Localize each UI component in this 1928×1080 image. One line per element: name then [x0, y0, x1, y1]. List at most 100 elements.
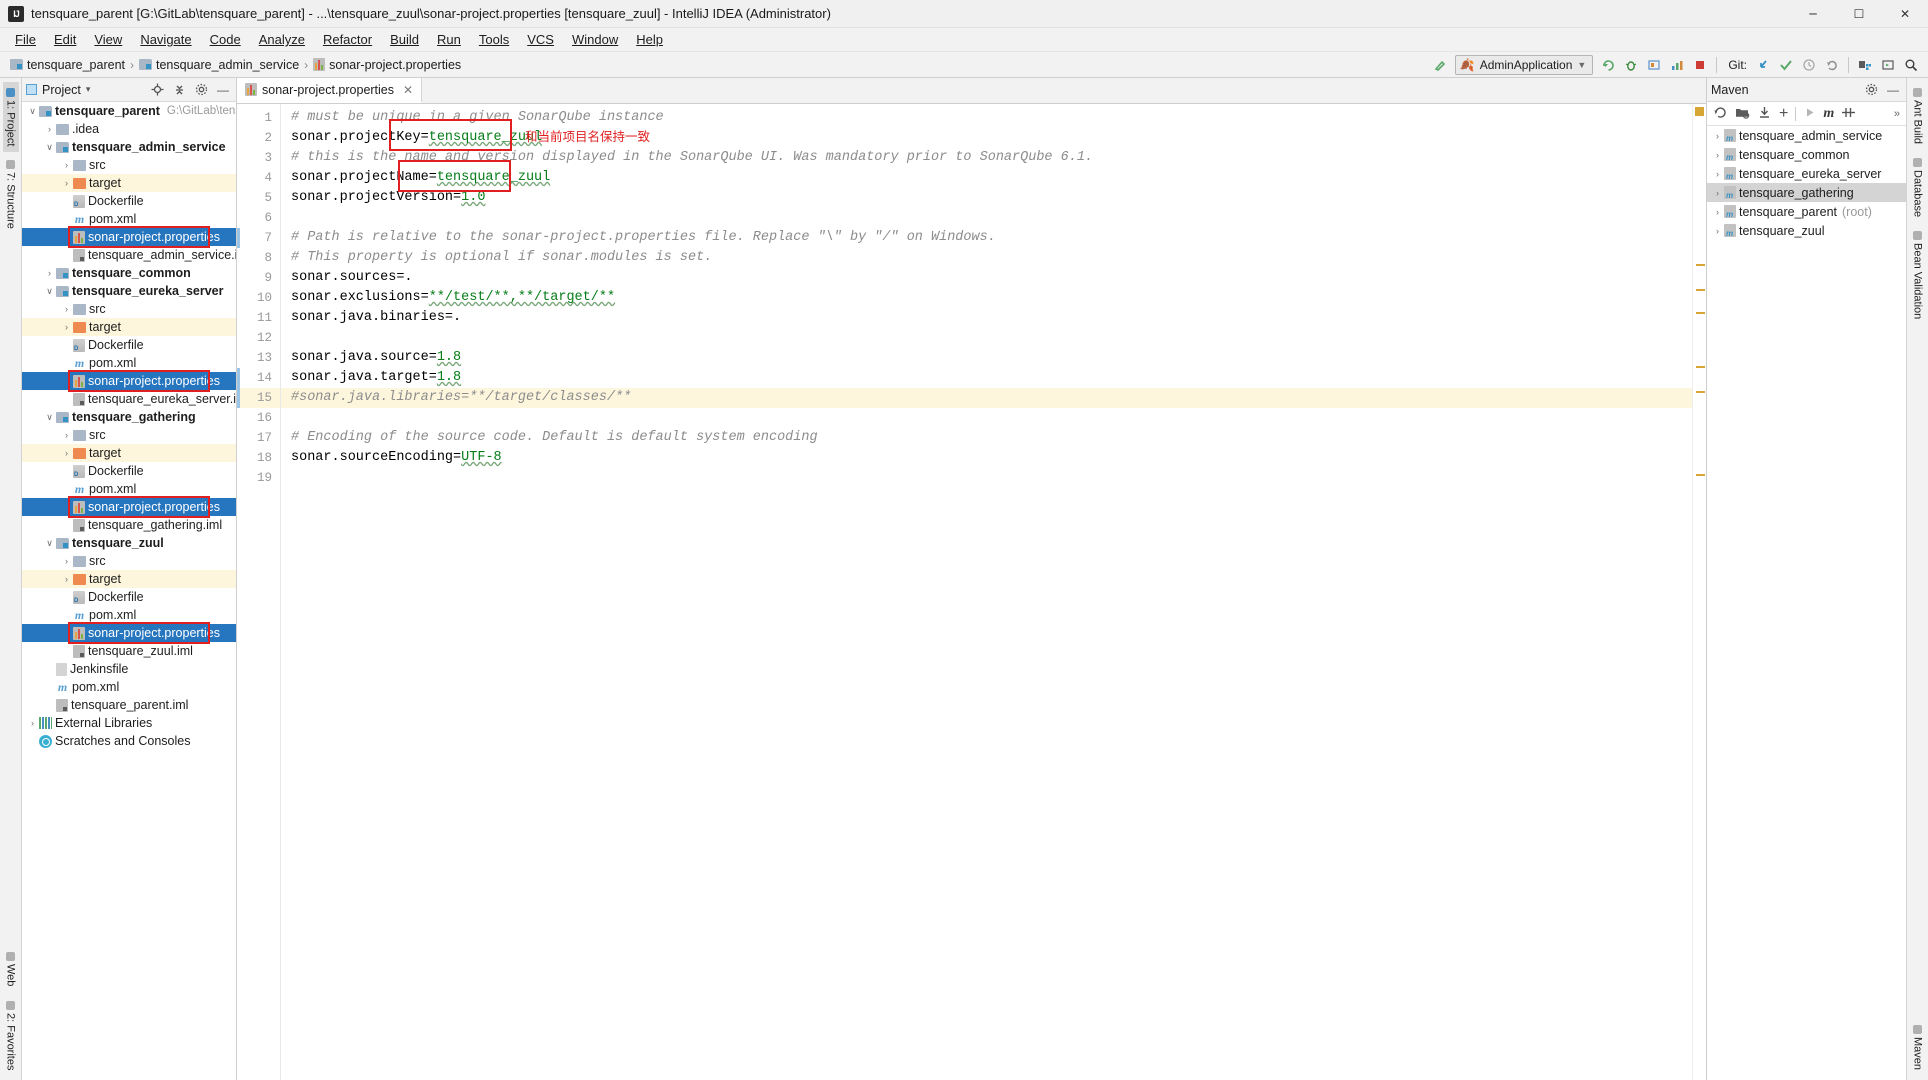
tree-node-tensquare-gathering-iml[interactable]: tensquare_gathering.iml [22, 516, 236, 534]
chevron-right-icon[interactable]: › [1711, 188, 1724, 198]
maven-project-tensquare-zuul[interactable]: › tensquare_zuul [1707, 221, 1906, 240]
chevron-down-icon[interactable]: ∨ [43, 538, 56, 549]
tool-window-button-structure[interactable]: 7: Structure [3, 154, 19, 235]
maven-project-tree[interactable]: › tensquare_admin_service › tensquare_commo… [1707, 126, 1906, 1080]
menu-item-run[interactable]: Run [428, 29, 470, 50]
tree-node-dockerfile[interactable]: Dockerfile [22, 462, 236, 480]
tree-node-sonar-project-properties[interactable]: sonar-project.properties [22, 372, 236, 390]
tree-node-tensquare-gathering[interactable]: ∨ tensquare_gathering [22, 408, 236, 426]
tree-node-src[interactable]: › src [22, 552, 236, 570]
tree-node-target[interactable]: › target [22, 570, 236, 588]
settings-icon[interactable] [1862, 81, 1880, 99]
tool-window-button-database[interactable]: Database [1910, 152, 1926, 223]
chevron-right-icon[interactable]: › [1711, 131, 1724, 141]
maven-settings-icon[interactable]: m [1823, 106, 1834, 122]
tree-node-sonar-project-properties[interactable]: sonar-project.properties [22, 228, 236, 246]
menu-item-analyze[interactable]: Analyze [250, 29, 314, 50]
profile-icon[interactable] [1666, 54, 1688, 76]
hammer-icon[interactable] [1429, 54, 1451, 76]
git-rollback-icon[interactable] [1821, 54, 1843, 76]
editor-marker-bar[interactable] [1692, 104, 1706, 1080]
maven-project-tensquare-gathering[interactable]: › tensquare_gathering [1707, 183, 1906, 202]
debug-icon[interactable] [1620, 54, 1642, 76]
menu-item-view[interactable]: View [85, 29, 131, 50]
maven-project-tensquare-common[interactable]: › tensquare_common [1707, 145, 1906, 164]
tree-node--idea[interactable]: › .idea [22, 120, 236, 138]
chevron-right-icon[interactable]: › [1711, 207, 1724, 217]
tree-node-dockerfile[interactable]: Dockerfile [22, 192, 236, 210]
tree-node-tensquare-zuul-iml[interactable]: tensquare_zuul.iml [22, 642, 236, 660]
stop-icon[interactable] [1689, 54, 1711, 76]
run-icon[interactable] [1803, 106, 1816, 122]
tree-node-dockerfile[interactable]: Dockerfile [22, 588, 236, 606]
tree-node-external-libraries[interactable]: › External Libraries [22, 714, 236, 732]
chevron-right-icon[interactable]: › [60, 178, 73, 188]
code-text-area[interactable]: # must be unique in a given SonarQube in… [281, 104, 1692, 1080]
tree-node-jenkinsfile[interactable]: Jenkinsfile [22, 660, 236, 678]
menu-item-help[interactable]: Help [627, 29, 672, 50]
menu-item-vcs[interactable]: VCS [518, 29, 563, 50]
menu-item-build[interactable]: Build [381, 29, 428, 50]
tool-window-button-favorites[interactable]: 2: Favorites [3, 995, 19, 1076]
breadcrumb-item-2[interactable]: sonar-project.properties [313, 58, 461, 72]
editor-tab-sonar-project-properties[interactable]: sonar-project.properties ✕ [237, 78, 423, 103]
menu-item-file[interactable]: File [6, 29, 45, 50]
tree-node-tensquare-parent[interactable]: ∨ tensquare_parent G:\GitLab\tensquare_ [22, 102, 236, 120]
add-icon[interactable]: + [1779, 105, 1788, 121]
tree-node-sonar-project-properties[interactable]: sonar-project.properties [22, 624, 236, 642]
console-icon[interactable] [1877, 54, 1899, 76]
menu-item-edit[interactable]: Edit [45, 29, 85, 50]
breadcrumb-item-1[interactable]: tensquare_admin_service [139, 58, 299, 72]
tree-node-tensquare-parent-iml[interactable]: tensquare_parent.iml [22, 696, 236, 714]
tool-window-button-ant-build[interactable]: Ant Build [1910, 82, 1926, 150]
tree-node-src[interactable]: › src [22, 300, 236, 318]
tree-node-tensquare-eureka-server[interactable]: ∨ tensquare_eureka_server [22, 282, 236, 300]
rerun-icon[interactable] [1597, 54, 1619, 76]
chevron-right-icon[interactable]: › [26, 718, 39, 728]
tool-window-button-maven[interactable]: Maven [1910, 1019, 1926, 1076]
tree-node-src[interactable]: › src [22, 156, 236, 174]
download-sources-icon[interactable] [1757, 105, 1772, 123]
close-icon[interactable]: ✕ [403, 83, 413, 97]
close-button[interactable]: ✕ [1882, 0, 1928, 28]
tree-node-tensquare-zuul[interactable]: ∨ tensquare_zuul [22, 534, 236, 552]
run-configuration-selector[interactable]: 🍂 AdminApplication ▼ [1454, 55, 1594, 75]
hide-panel-icon[interactable]: — [1884, 81, 1902, 99]
locate-icon[interactable] [148, 81, 166, 99]
chevron-right-icon[interactable]: › [60, 448, 73, 458]
toggle-skip-tests-icon[interactable] [1841, 106, 1856, 122]
chevron-right-icon[interactable]: › [60, 322, 73, 332]
menu-item-window[interactable]: Window [563, 29, 627, 50]
tree-node-target[interactable]: › target [22, 318, 236, 336]
chevron-right-icon[interactable]: › [1711, 169, 1724, 179]
chevron-right-icon[interactable]: › [1711, 150, 1724, 160]
chevron-right-icon[interactable]: › [60, 304, 73, 314]
coverage-icon[interactable] [1643, 54, 1665, 76]
tree-node-pom-xml[interactable]: m pom.xml [22, 606, 236, 624]
hide-panel-icon[interactable]: — [214, 81, 232, 99]
git-history-icon[interactable] [1798, 54, 1820, 76]
tree-node-target[interactable]: › target [22, 444, 236, 462]
tree-node-src[interactable]: › src [22, 426, 236, 444]
chevron-right-icon[interactable]: › [60, 430, 73, 440]
tree-node-scratches-and-consoles[interactable]: Scratches and Consoles [22, 732, 236, 750]
menu-item-navigate[interactable]: Navigate [131, 29, 200, 50]
tree-node-target[interactable]: › target [22, 174, 236, 192]
tree-node-sonar-project-properties[interactable]: sonar-project.properties [22, 498, 236, 516]
tree-node-tensquare-common[interactable]: › tensquare_common [22, 264, 236, 282]
git-update-icon[interactable] [1752, 54, 1774, 76]
more-icon[interactable]: » [1894, 108, 1900, 120]
project-structure-icon[interactable] [1854, 54, 1876, 76]
maven-project-tensquare-admin-service[interactable]: › tensquare_admin_service [1707, 126, 1906, 145]
breadcrumb-item-0[interactable]: tensquare_parent [10, 58, 125, 72]
chevron-right-icon[interactable]: › [60, 160, 73, 170]
maven-project-tensquare-parent[interactable]: › tensquare_parent (root) [1707, 202, 1906, 221]
search-everywhere-icon[interactable] [1900, 54, 1922, 76]
tree-node-tensquare-eureka-server-iml[interactable]: tensquare_eureka_server.iml [22, 390, 236, 408]
tree-node-tensquare-admin-service-iml[interactable]: tensquare_admin_service.iml [22, 246, 236, 264]
chevron-down-icon[interactable]: ∨ [43, 412, 56, 423]
menu-item-refactor[interactable]: Refactor [314, 29, 381, 50]
tree-node-pom-xml[interactable]: m pom.xml [22, 354, 236, 372]
project-file-tree[interactable]: ∨ tensquare_parent G:\GitLab\tensquare_ › .i… [22, 102, 236, 1080]
menu-item-tools[interactable]: Tools [470, 29, 518, 50]
